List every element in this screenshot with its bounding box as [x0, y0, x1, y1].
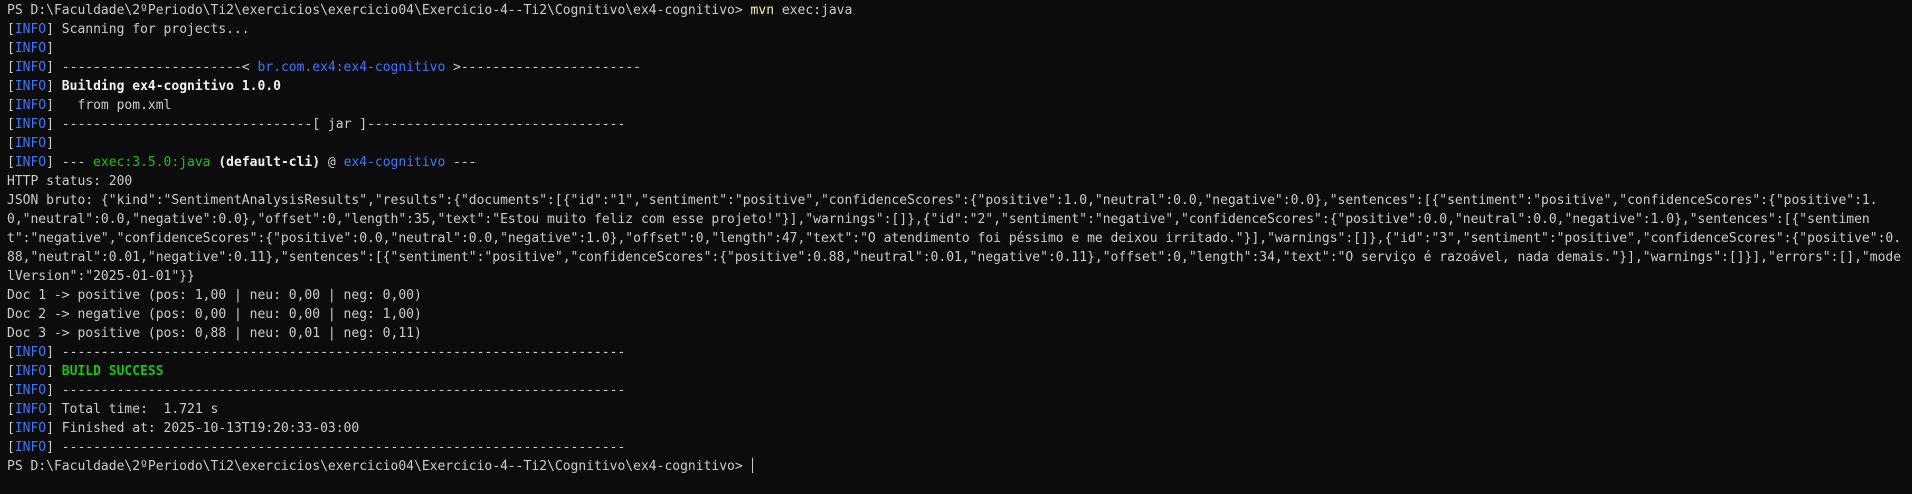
building-label: Building ex4-cognitivo 1.0.0: [61, 79, 281, 94]
exec-at: @: [320, 155, 344, 170]
info-tag: INFO: [14, 440, 47, 455]
build-success-label: BUILD SUCCESS: [61, 364, 164, 379]
log-line-scanning: [INFO] Scanning for projects...: [7, 22, 250, 37]
info-tag: INFO: [14, 41, 47, 56]
log-line-empty: [INFO]: [7, 136, 54, 151]
log-line-empty: [INFO]: [7, 41, 54, 56]
info-tag: INFO: [14, 402, 47, 417]
artifact-separator-right: >-----------------------: [445, 60, 641, 75]
log-line-separator: [INFO] ---------------------------------…: [7, 345, 626, 360]
prompt-path: PS D:\Faculdade\2ºPeriodo\Ti2\exercicios…: [7, 459, 743, 474]
total-time: Total time: 1.721 s: [61, 402, 219, 417]
log-line-from-pom: [INFO] from pom.xml: [7, 98, 172, 113]
exec-prefix: ---: [61, 155, 94, 170]
log-line-separator: [INFO] ---------------------------------…: [7, 440, 626, 455]
info-tag: INFO: [14, 345, 47, 360]
log-line-building: [INFO] Building ex4-cognitivo 1.0.0: [7, 79, 281, 94]
log-line-jar-separator: [INFO] --------------------------------[…: [7, 117, 626, 132]
doc-result-2: Doc 2 -> negative (pos: 0,00 | neu: 0,00…: [7, 307, 422, 322]
command-name: mvn: [750, 3, 775, 18]
doc-result-1: Doc 1 -> positive (pos: 1,00 | neu: 0,00…: [7, 288, 422, 303]
separator: ----------------------------------------…: [61, 345, 626, 360]
artifact-id: br.com.ex4:ex4-cognitivo: [257, 60, 446, 75]
terminal-window[interactable]: PS D:\Faculdade\2ºPeriodo\Ti2\exercicios…: [0, 0, 1912, 494]
exec-goal: (default-cli): [210, 155, 321, 170]
prompt-line[interactable]: PS D:\Faculdade\2ºPeriodo\Ti2\exercicios…: [7, 457, 1906, 476]
log-text: Scanning for projects...: [61, 22, 250, 37]
log-line-build-success: [INFO] BUILD SUCCESS: [7, 364, 164, 379]
http-status-line: HTTP status: 200: [7, 174, 133, 189]
info-tag: INFO: [14, 117, 47, 132]
command-line: PS D:\Faculdade\2ºPeriodo\Ti2\exercicios…: [7, 1, 1906, 20]
log-line-separator: [INFO] ---------------------------------…: [7, 383, 626, 398]
info-tag: INFO: [14, 98, 47, 113]
info-tag: INFO: [14, 136, 47, 151]
log-line-finished-at: [INFO] Finished at: 2025-10-13T19:20:33-…: [7, 421, 360, 436]
info-tag: INFO: [14, 364, 47, 379]
command-args: exec:java: [781, 3, 853, 18]
info-tag: INFO: [14, 383, 47, 398]
log-line-exec: [INFO] --- exec:3.5.0:java (default-cli)…: [7, 155, 477, 170]
artifact-separator-left: -----------------------<: [61, 60, 258, 75]
exec-suffix: ---: [445, 155, 477, 170]
info-tag: INFO: [14, 421, 47, 436]
info-tag: INFO: [14, 22, 47, 37]
log-text: from pom.xml: [61, 98, 172, 113]
exec-project: ex4-cognitivo: [343, 155, 446, 170]
info-tag: INFO: [14, 60, 47, 75]
log-line-total-time: [INFO] Total time: 1.721 s: [7, 402, 219, 417]
separator: ----------------------------------------…: [61, 440, 626, 455]
info-tag: INFO: [14, 79, 47, 94]
exec-plugin: exec:3.5.0:java: [93, 155, 211, 170]
finished-at: Finished at: 2025-10-13T19:20:33-03:00: [61, 421, 360, 436]
text-cursor: [751, 458, 753, 473]
jar-separator: --------------------------------[ jar ]-…: [61, 117, 626, 132]
separator: ----------------------------------------…: [61, 383, 626, 398]
log-line-artifact: [INFO] -----------------------< br.com.e…: [7, 60, 641, 75]
json-raw-output: JSON bruto: {"kind":"SentimentAnalysisRe…: [7, 193, 1902, 284]
doc-result-3: Doc 3 -> positive (pos: 0,88 | neu: 0,01…: [7, 326, 422, 341]
prompt-path: PS D:\Faculdade\2ºPeriodo\Ti2\exercicios…: [7, 3, 743, 18]
info-tag: INFO: [14, 155, 47, 170]
